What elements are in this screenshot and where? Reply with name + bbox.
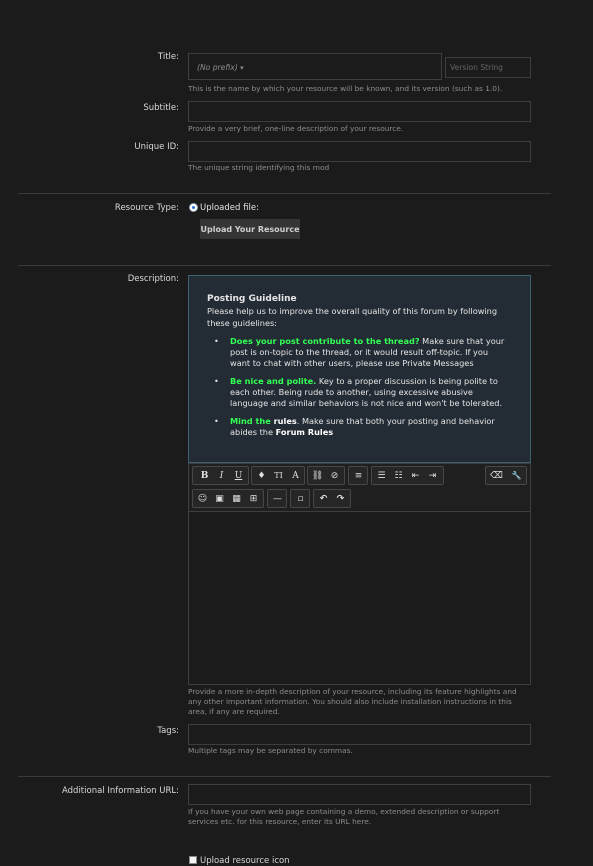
guideline-title: Posting Guideline — [207, 294, 297, 304]
forum-rules-link[interactable]: Forum Rules — [276, 427, 334, 437]
underline-button[interactable]: U — [231, 468, 246, 483]
table-icon[interactable]: ⊞ — [246, 491, 261, 506]
unique-id-label: Unique ID: — [134, 142, 179, 152]
tags-input[interactable] — [188, 724, 531, 745]
history-group: ↶ ↷ — [313, 489, 351, 508]
save-group: ▫ — [290, 489, 310, 508]
unique-id-input[interactable] — [188, 141, 531, 162]
media-icon[interactable]: ▦ — [229, 491, 244, 506]
guideline-item: Be nice and polite. Key to a proper disc… — [207, 376, 508, 410]
tags-label: Tags: — [157, 726, 179, 736]
guideline-intro: Please help us to improve the overall qu… — [207, 306, 498, 328]
text-color-icon[interactable]: ♦ — [254, 468, 269, 483]
url-input[interactable] — [188, 784, 531, 805]
hr-group: — — [267, 489, 287, 508]
redo-icon[interactable]: ↷ — [333, 491, 348, 506]
divider — [18, 193, 551, 194]
version-placeholder: Version String — [450, 63, 504, 72]
guideline-item: Mind the rules. Make sure that both your… — [207, 416, 508, 439]
image-icon[interactable]: ▣ — [212, 491, 227, 506]
description-hint: Provide a more in-depth description of y… — [188, 687, 517, 716]
upload-icon-checkbox[interactable] — [189, 856, 197, 864]
editor-toolbar: B I U ♦ TI A ⛓ ⊘ ≡ ☰ ☷ ⇤ ⇥ ⌫ 🔧 ☺ ▣ ▦ ⊞ —… — [188, 463, 531, 511]
version-string-input[interactable]: Version String — [445, 57, 531, 78]
save-draft-icon[interactable]: ▫ — [293, 491, 308, 506]
outdent-icon[interactable]: ⇤ — [408, 468, 423, 483]
format-group: B I U — [192, 466, 249, 485]
subtitle-input[interactable] — [188, 101, 531, 122]
insert-group: ☺ ▣ ▦ ⊞ — [192, 489, 264, 508]
posting-guideline-box: Posting Guideline Please help us to impr… — [188, 275, 531, 463]
url-label: Additional Information URL: — [61, 786, 179, 796]
prefix-text: (No prefix) — [197, 63, 238, 72]
tools-group: ⌫ 🔧 — [485, 466, 527, 485]
link-group: ⛓ ⊘ — [307, 466, 345, 485]
numbered-list-icon[interactable]: ☷ — [391, 468, 406, 483]
align-group: ≡ — [348, 466, 368, 485]
divider — [18, 776, 551, 777]
url-hint: If you have your own web page containing… — [188, 807, 500, 826]
tags-hint: Multiple tags may be separated by commas… — [188, 746, 353, 755]
indent-icon[interactable]: ⇥ — [425, 468, 440, 483]
description-label: Description: — [127, 274, 179, 284]
remove-format-icon[interactable]: ⌫ — [488, 468, 505, 483]
italic-button[interactable]: I — [214, 468, 229, 483]
subtitle-label: Subtitle: — [143, 103, 179, 113]
description-editor[interactable] — [188, 511, 531, 685]
link-icon[interactable]: ⛓ — [310, 468, 325, 483]
upload-resource-button[interactable]: Upload Your Resource — [200, 219, 300, 239]
list-group: ☰ ☷ ⇤ ⇥ — [371, 466, 444, 485]
bullet-list-icon[interactable]: ☰ — [374, 468, 389, 483]
divider — [18, 265, 551, 266]
horizontal-rule-icon[interactable]: — — [270, 491, 285, 506]
upload-icon-label: Upload resource icon — [200, 856, 290, 866]
bold-button[interactable]: B — [197, 468, 212, 483]
uploaded-file-label: Uploaded file: — [200, 203, 259, 213]
undo-icon[interactable]: ↶ — [316, 491, 331, 506]
wrench-icon[interactable]: 🔧 — [508, 468, 525, 483]
guideline-item: Does your post contribute to the thread?… — [207, 336, 508, 370]
smilies-icon[interactable]: ☺ — [195, 491, 210, 506]
font-family-icon[interactable]: A — [288, 468, 303, 483]
uploaded-file-radio[interactable] — [189, 203, 198, 212]
font-group: ♦ TI A — [251, 466, 305, 485]
unique-id-hint: The unique string identifying this mod — [188, 163, 330, 172]
unlink-icon[interactable]: ⊘ — [327, 468, 342, 483]
align-icon[interactable]: ≡ — [351, 468, 366, 483]
chevron-down-icon: ▾ — [240, 64, 244, 72]
title-field[interactable]: (No prefix) ▾ — [188, 53, 442, 80]
font-size-icon[interactable]: TI — [271, 468, 286, 483]
resource-type-label: Resource Type: — [114, 203, 179, 213]
title-hint: This is the name by which your resource … — [188, 84, 503, 93]
prefix-dropdown[interactable]: (No prefix) ▾ — [197, 63, 244, 72]
title-label: Title: — [157, 52, 179, 62]
subtitle-hint: Provide a very brief, one-line descripti… — [188, 124, 404, 133]
